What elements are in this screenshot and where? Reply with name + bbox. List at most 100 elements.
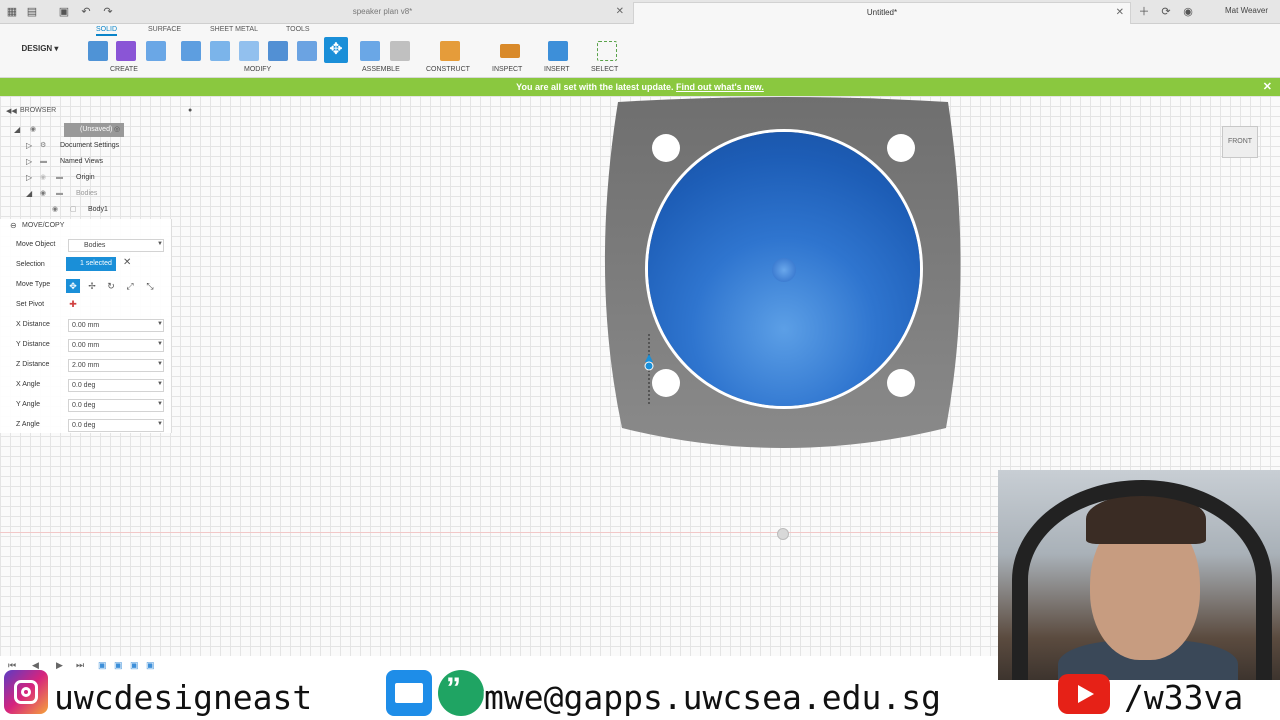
- clear-selection-icon[interactable]: ✕: [123, 257, 131, 268]
- hangouts-icon: ”: [438, 670, 484, 716]
- chevron-down-icon[interactable]: ▼: [157, 321, 163, 327]
- mounting-hole: [652, 369, 680, 397]
- combine-icon[interactable]: [268, 41, 288, 61]
- as-built-joint-icon[interactable]: [390, 41, 410, 61]
- notifications-icon[interactable]: ◉: [1180, 4, 1196, 20]
- scale-icon[interactable]: [297, 41, 317, 61]
- viewcube-front-face[interactable]: FRONT: [1222, 126, 1258, 158]
- youtube-icon: [1058, 674, 1110, 714]
- tab-untitled[interactable]: Untitled* ✕: [633, 2, 1131, 24]
- press-pull-icon[interactable]: [181, 41, 201, 61]
- chevron-down-icon[interactable]: ▼: [157, 361, 163, 367]
- point-to-position-icon[interactable]: ⤡: [143, 279, 157, 293]
- shell-icon[interactable]: [239, 41, 259, 61]
- x-angle-input[interactable]: 0.0 deg: [68, 379, 164, 392]
- save-icon[interactable]: ▣: [56, 4, 72, 20]
- chevron-down-icon[interactable]: ▼: [157, 401, 163, 407]
- rotate-icon[interactable]: ↻: [104, 279, 118, 293]
- free-move-icon[interactable]: ✥: [66, 279, 80, 293]
- tab-solid[interactable]: SOLID: [96, 26, 118, 36]
- point-to-point-icon[interactable]: ⤢: [123, 279, 137, 293]
- modify-menu[interactable]: MODIFY: [244, 66, 271, 73]
- offset-plane-icon[interactable]: [440, 41, 460, 61]
- joint-icon[interactable]: [360, 41, 380, 61]
- new-tab-icon[interactable]: ＋: [1136, 4, 1152, 20]
- create-form-icon[interactable]: [116, 41, 136, 61]
- fillet-icon[interactable]: [210, 41, 230, 61]
- insert-image-icon[interactable]: [548, 41, 568, 61]
- body-icon: ▢: [70, 206, 77, 213]
- close-icon[interactable]: ✕: [1116, 3, 1124, 23]
- pin-icon[interactable]: ●: [188, 107, 192, 114]
- chevron-down-icon[interactable]: ▼: [157, 241, 163, 247]
- mounting-hole: [887, 369, 915, 397]
- close-icon[interactable]: ✕: [1263, 78, 1272, 96]
- y-angle-label: Y Angle: [16, 401, 41, 408]
- expand-icon[interactable]: ▷: [26, 139, 32, 153]
- new-component-icon[interactable]: [88, 41, 108, 61]
- visibility-icon[interactable]: ◉: [40, 171, 46, 185]
- email-address: mwe@gapps.uwcsea.edu.sg: [484, 678, 941, 717]
- collapse-icon[interactable]: ⊖: [10, 221, 17, 230]
- expand-icon[interactable]: ◢: [26, 187, 32, 201]
- inspect-menu[interactable]: INSPECT: [492, 66, 522, 73]
- chevron-down-icon[interactable]: ▼: [157, 421, 163, 427]
- close-icon[interactable]: ✕: [616, 2, 624, 22]
- insert-menu[interactable]: INSERT: [544, 66, 570, 73]
- redo-icon[interactable]: ↷: [100, 4, 116, 20]
- chevron-down-icon[interactable]: ▼: [157, 381, 163, 387]
- tree-root[interactable]: ◢ ◉ (Unsaved) ◎: [14, 123, 204, 137]
- banner-text: You are all set with the latest update.: [516, 82, 674, 92]
- move-icon[interactable]: ✥: [324, 37, 348, 63]
- activate-icon[interactable]: ◎: [114, 123, 120, 137]
- y-angle-input[interactable]: 0.0 deg: [68, 399, 164, 412]
- user-name[interactable]: Mat Weaver: [1225, 6, 1268, 15]
- selection-chip[interactable]: 1 selected: [66, 257, 116, 271]
- pivot-icon[interactable]: ✚: [66, 297, 80, 311]
- whats-new-link[interactable]: Find out what's new.: [676, 82, 764, 92]
- create-menu[interactable]: CREATE: [110, 66, 138, 73]
- chevron-down-icon[interactable]: ▼: [157, 341, 163, 347]
- expand-icon[interactable]: ▷: [26, 171, 32, 185]
- select-icon[interactable]: [597, 41, 617, 61]
- z-distance-arrow-icon[interactable]: [644, 334, 654, 406]
- tab-sheet-metal[interactable]: SHEET METAL: [210, 26, 258, 33]
- tab-tools[interactable]: TOOLS: [286, 26, 310, 33]
- folder-icon: ▬: [56, 174, 63, 181]
- workspace-switcher[interactable]: DESIGN ▾: [14, 37, 66, 61]
- speaker-model[interactable]: [596, 96, 970, 456]
- translate-icon[interactable]: ✢: [85, 279, 99, 293]
- z-angle-label: Z Angle: [16, 421, 40, 428]
- mounting-hole: [887, 134, 915, 162]
- visibility-icon[interactable]: ◉: [30, 123, 36, 137]
- tab-label: Untitled*: [866, 8, 898, 17]
- viewcube[interactable]: FRONT: [1220, 108, 1270, 160]
- z-distance-label: Z Distance: [16, 361, 50, 368]
- job-status-icon[interactable]: ⟳: [1158, 4, 1174, 20]
- tree-item-label: Origin: [76, 174, 95, 181]
- cone-center: [772, 258, 796, 282]
- assemble-menu[interactable]: ASSEMBLE: [362, 66, 400, 73]
- move-object-select[interactable]: Bodies: [68, 239, 164, 252]
- expand-icon[interactable]: ▷: [26, 155, 32, 169]
- tab-surface[interactable]: SURFACE: [148, 26, 181, 33]
- x-distance-input[interactable]: 0.00 mm: [68, 319, 164, 332]
- construct-menu[interactable]: CONSTRUCT: [426, 66, 470, 73]
- select-menu[interactable]: SELECT: [591, 66, 618, 73]
- z-distance-input[interactable]: 2.00 mm: [68, 359, 164, 372]
- selection-label: Selection: [16, 261, 45, 268]
- visibility-icon[interactable]: ◉: [40, 187, 46, 201]
- webcam-overlay: [998, 470, 1280, 680]
- app-grid-icon[interactable]: ▦: [4, 4, 20, 20]
- y-distance-input[interactable]: 0.00 mm: [68, 339, 164, 352]
- file-icon[interactable]: ▤: [24, 4, 40, 20]
- visibility-icon[interactable]: ◉: [52, 203, 58, 217]
- undo-icon[interactable]: ↶: [78, 4, 94, 20]
- tab-speaker-plan[interactable]: speaker plan v8* ✕: [135, 2, 630, 24]
- browser-panel: ◀◀ BROWSER ● ◢ ◉ (Unsaved) ◎ ▷ ⚙ Documen…: [0, 104, 212, 220]
- z-angle-input[interactable]: 0.0 deg: [68, 419, 164, 432]
- measure-icon[interactable]: [500, 44, 520, 58]
- extrude-icon[interactable]: [146, 41, 166, 61]
- update-banner: You are all set with the latest update. …: [0, 78, 1280, 96]
- expand-icon[interactable]: ◢: [14, 123, 20, 137]
